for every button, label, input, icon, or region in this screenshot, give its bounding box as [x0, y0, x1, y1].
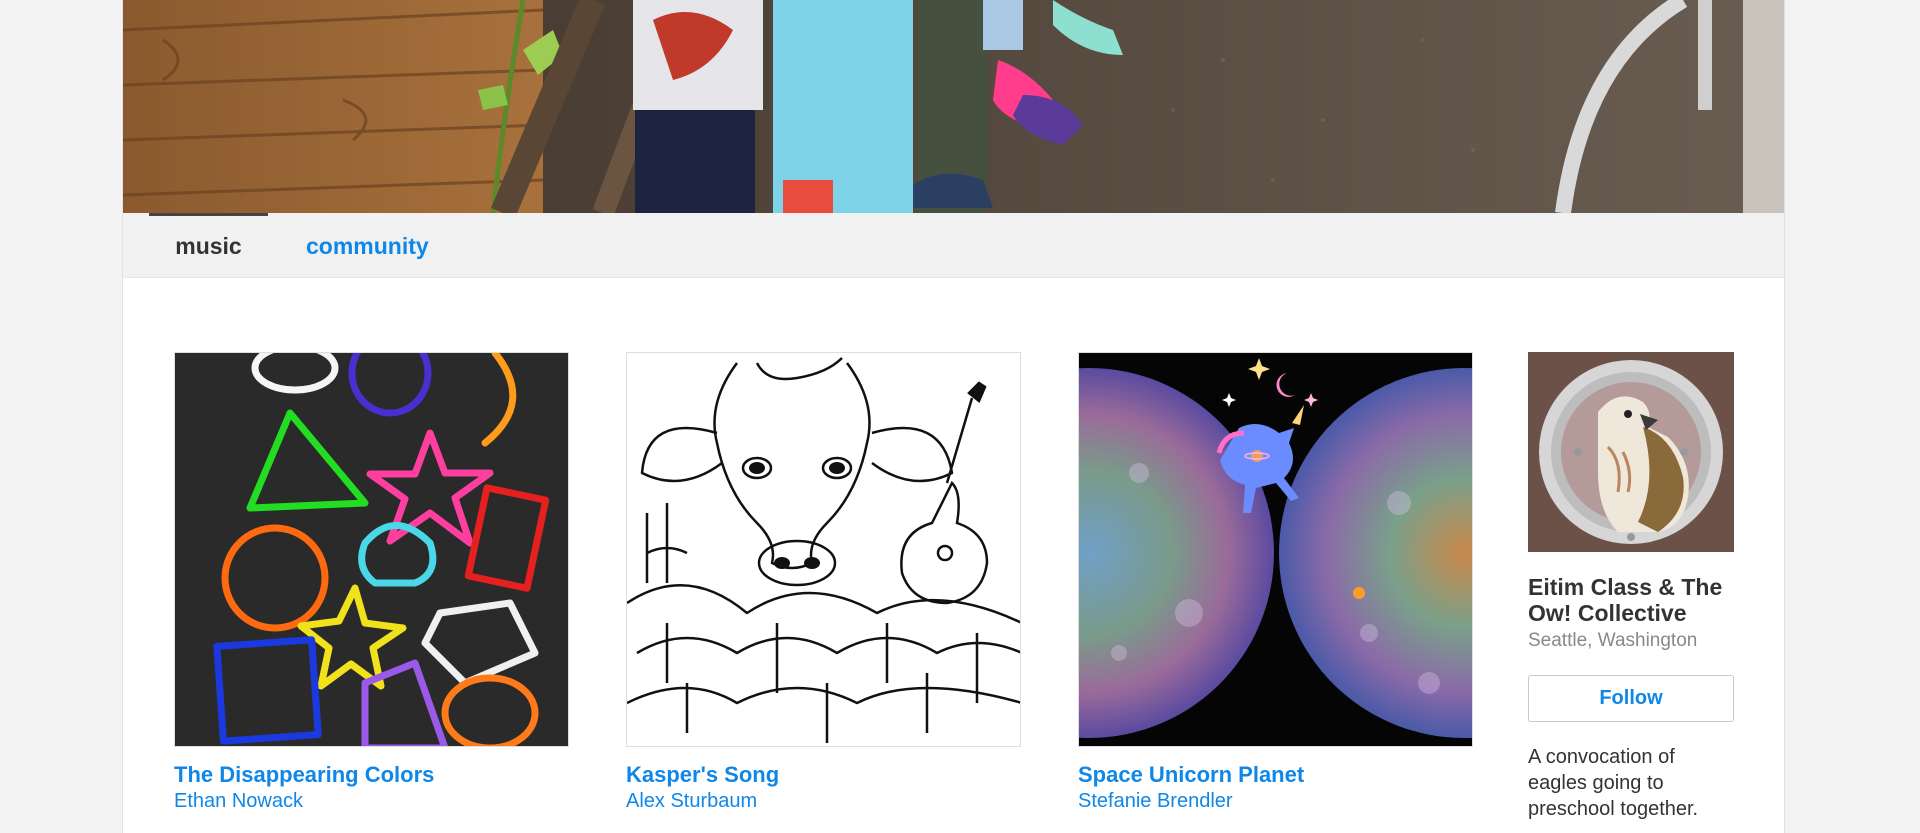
album-cover-image[interactable]: [626, 352, 1021, 747]
band-page: music community The Disappearing Colors …: [122, 0, 1785, 833]
follow-button[interactable]: Follow: [1528, 675, 1734, 722]
album-card[interactable]: Kasper's Song Alex Sturbaum: [626, 352, 1022, 814]
band-profile-sidebar: Eitim Class & The Ow! Collective Seattle…: [1528, 352, 1734, 822]
band-name: Eitim Class & The Ow! Collective: [1528, 574, 1723, 626]
album-title-link[interactable]: Space Unicorn Planet: [1078, 762, 1474, 788]
band-bio: A convocation of eagles going to prescho…: [1528, 746, 1699, 820]
tab-music[interactable]: music: [149, 213, 268, 277]
header-banner-image: [123, 0, 1784, 213]
album-card[interactable]: The Disappearing Colors Ethan Nowack: [174, 352, 570, 814]
album-card[interactable]: Space Unicorn Planet Stefanie Brendler: [1078, 352, 1474, 814]
album-artist-link[interactable]: Alex Sturbaum: [626, 789, 1022, 814]
album-cover-image[interactable]: [1078, 352, 1473, 747]
band-avatar-image[interactable]: [1528, 352, 1734, 552]
band-location: Seattle, Washington: [1528, 630, 1698, 651]
album-title-link[interactable]: The Disappearing Colors: [174, 762, 570, 788]
album-title-link[interactable]: Kasper's Song: [626, 762, 1022, 788]
album-artist-link[interactable]: Stefanie Brendler: [1078, 789, 1474, 814]
album-cover-image[interactable]: [174, 352, 569, 747]
album-artist-link[interactable]: Ethan Nowack: [174, 789, 570, 814]
tab-community[interactable]: community: [306, 213, 429, 277]
profile-tab-bar: music community: [123, 213, 1784, 278]
